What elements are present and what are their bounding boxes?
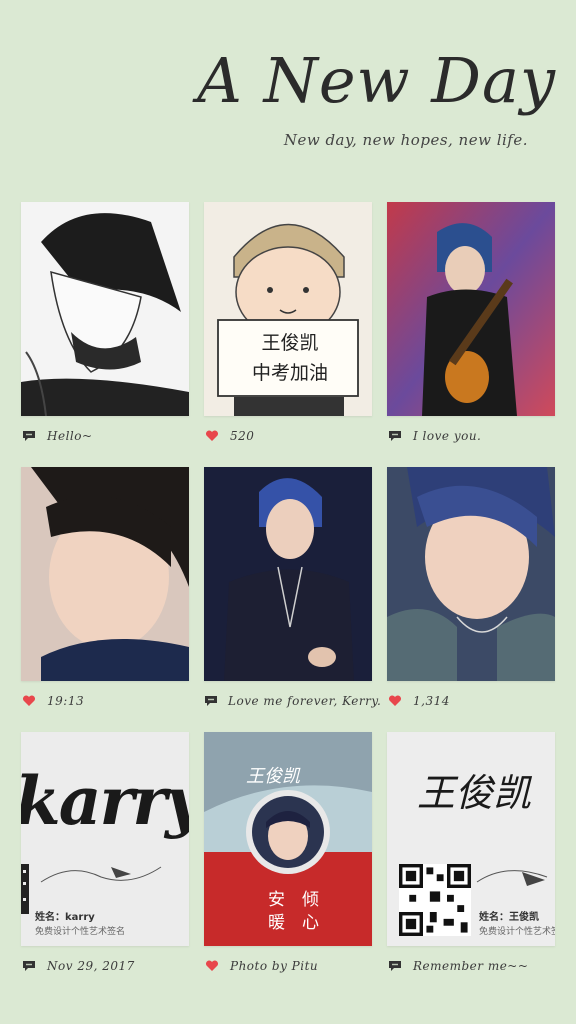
post-card[interactable]: karry 姓名：karry 免费设计个性艺术签名 Nov 29, 2017 — [21, 732, 189, 973]
post-card[interactable]: 王俊凯 中考加油 520 — [204, 202, 372, 443]
heart-icon[interactable] — [204, 959, 220, 973]
post-photo[interactable] — [21, 467, 189, 681]
post-card[interactable]: Hello~ — [21, 202, 189, 443]
comment-icon[interactable] — [204, 694, 218, 708]
photo-grid: Hello~ 王俊凯 中考加油 520 I love you. 19:13 Lo… — [0, 0, 576, 1024]
karry-signature: karry — [21, 762, 189, 840]
guitar-stage-image — [387, 202, 555, 416]
sign-card-text: 王俊凯 中考加油 — [251, 332, 328, 384]
post-photo[interactable]: karry 姓名：karry 免费设计个性艺术签名 — [21, 732, 189, 946]
post-photo[interactable] — [387, 202, 555, 416]
karry-sub-label: 免费设计个性艺术签名 — [35, 927, 126, 937]
post-card[interactable]: Love me forever, Kerry. — [204, 467, 381, 708]
closeup-portrait-image — [387, 467, 555, 681]
post-photo[interactable]: 王俊凯 中考加油 — [204, 202, 372, 416]
post-photo[interactable] — [21, 202, 189, 416]
post-caption: 520 — [204, 426, 372, 446]
pitu-vertical-text-a: 安暖 — [264, 890, 284, 936]
comment-icon[interactable] — [387, 959, 403, 973]
heart-icon[interactable] — [204, 429, 220, 443]
post-caption: Photo by Pitu — [204, 956, 372, 976]
post-card[interactable]: 王俊凯 姓名：王俊凯 免费设计个性艺术签名 Remember — [387, 732, 555, 973]
caption-text: Hello~ — [47, 429, 93, 443]
karry-name-label: 姓名：karry — [35, 912, 95, 923]
heart-icon[interactable] — [387, 694, 403, 708]
qr-code-icon — [21, 864, 29, 914]
wang-signature: 王俊凯 — [417, 771, 532, 815]
caption-text: 19:13 — [47, 694, 85, 708]
post-photo[interactable] — [387, 467, 555, 681]
comment-icon[interactable] — [387, 429, 403, 443]
stage-portrait-image — [204, 467, 372, 681]
manga-boy-image — [21, 202, 189, 416]
post-card[interactable]: 1,314 — [387, 467, 555, 708]
post-caption: Nov 29, 2017 — [21, 956, 189, 976]
post-caption: I love you. — [387, 426, 555, 446]
portrait-profile-image — [21, 467, 189, 681]
post-caption: 19:13 — [21, 691, 189, 711]
wang-sub-label: 免费设计个性艺术签名 — [479, 927, 555, 937]
comment-icon[interactable] — [21, 959, 37, 973]
caption-text: Photo by Pitu — [230, 959, 319, 973]
post-photo[interactable]: 王俊凯 姓名：王俊凯 免费设计个性艺术签名 — [387, 732, 555, 946]
post-card[interactable]: 19:13 — [21, 467, 189, 708]
caption-text: Nov 29, 2017 — [47, 959, 135, 973]
qr-code-icon — [399, 864, 471, 936]
caption-text: 1,314 — [413, 694, 450, 708]
caption-text: I love you. — [413, 429, 482, 443]
post-card[interactable]: 王俊凯 安暖 倾心 Photo by Pitu — [204, 732, 372, 973]
post-caption: Remember me~~ — [387, 956, 555, 976]
ink-brush-decoration — [40, 866, 162, 883]
post-photo[interactable] — [204, 467, 372, 681]
pitu-vertical-text-b: 倾心 — [298, 890, 318, 936]
caption-text: Remember me~~ — [413, 959, 529, 973]
post-photo[interactable]: 王俊凯 安暖 倾心 — [204, 732, 372, 946]
wang-name-label: 姓名：王俊凯 — [479, 912, 539, 923]
comment-icon[interactable] — [21, 429, 37, 443]
pitu-signature: 王俊凯 — [246, 766, 300, 787]
post-caption: Hello~ — [21, 426, 189, 446]
caption-text: Love me forever, Kerry. — [228, 694, 382, 708]
post-caption: 1,314 — [387, 691, 555, 711]
caption-text: 520 — [230, 429, 255, 443]
post-card[interactable]: I love you. — [387, 202, 555, 443]
post-caption: Love me forever, Kerry. — [204, 691, 381, 711]
heart-icon[interactable] — [21, 694, 37, 708]
